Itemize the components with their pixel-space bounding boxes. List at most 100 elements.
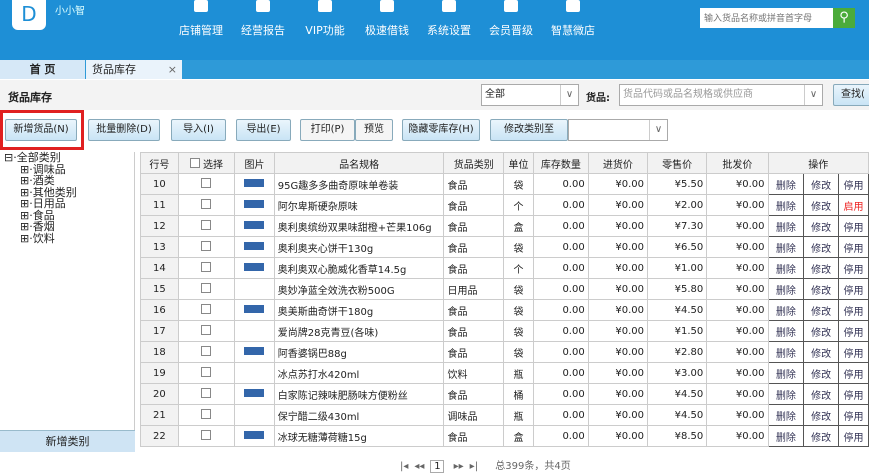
delete-button[interactable]: 删除 <box>767 383 805 405</box>
edit-button[interactable]: 修改 <box>803 194 839 216</box>
edit-button[interactable]: 修改 <box>803 404 839 426</box>
first-page-icon[interactable]: |◂ <box>400 461 408 472</box>
toggle-status-button[interactable]: 停用 <box>838 383 869 405</box>
close-icon[interactable]: × <box>168 60 177 79</box>
hide-zero-stock-button[interactable]: 隐藏零库存(H) <box>402 119 480 141</box>
delete-button[interactable]: 删除 <box>767 299 805 321</box>
row-checkbox[interactable] <box>201 261 212 272</box>
goods-search-input[interactable]: 货品代码或品名规格或供应商 ∨ <box>619 84 823 106</box>
tab-inventory[interactable]: 货品库存 × <box>86 60 182 79</box>
table-row[interactable]: 11 阿尔卑斯硬杂原味 食品 个 0.00 ¥0.00 ¥2.00 ¥0.00 … <box>140 194 869 216</box>
toggle-status-button[interactable]: 停用 <box>838 299 869 321</box>
add-category-button[interactable]: 新增类别 <box>0 430 135 452</box>
table-row[interactable]: 15 奥妙净蓝全效洗衣粉500G 日用品 袋 0.00 ¥0.00 ¥5.80 … <box>140 278 869 300</box>
toggle-status-button[interactable]: 停用 <box>838 425 869 447</box>
table-row[interactable]: 22 冰球无糖薄荷糖15g 食品 盒 0.00 ¥0.00 ¥8.50 ¥0.0… <box>140 425 869 447</box>
product-category: 食品 <box>443 425 505 447</box>
edit-button[interactable]: 修改 <box>803 383 839 405</box>
delete-button[interactable]: 删除 <box>767 425 805 447</box>
table-row[interactable]: 14 奥利奥双心脆威化香草14.5g 食品 个 0.00 ¥0.00 ¥1.00… <box>140 257 869 279</box>
delete-button[interactable]: 删除 <box>767 236 805 258</box>
row-checkbox[interactable] <box>201 177 212 188</box>
delete-button[interactable]: 删除 <box>767 404 805 426</box>
row-checkbox[interactable] <box>201 240 212 251</box>
row-checkbox[interactable] <box>201 429 212 440</box>
edit-button[interactable]: 修改 <box>803 257 839 279</box>
batch-delete-button[interactable]: 批量删除(D) <box>88 119 160 141</box>
toggle-status-button[interactable]: 停用 <box>838 404 869 426</box>
toggle-status-button[interactable]: 停用 <box>838 362 869 384</box>
category-select[interactable]: 全部 ∨ <box>481 84 579 106</box>
search-icon[interactable]: ⚲ <box>833 8 855 28</box>
nav-item[interactable]: 系统设置 <box>418 0 480 38</box>
select-all-checkbox[interactable] <box>189 157 200 168</box>
table-row[interactable]: 21 保宁醋二级430ml 调味品 瓶 0.00 ¥0.00 ¥4.50 ¥0.… <box>140 404 869 426</box>
toggle-status-button[interactable]: 停用 <box>838 236 869 258</box>
toggle-status-button[interactable]: 停用 <box>838 215 869 237</box>
delete-button[interactable]: 删除 <box>767 320 805 342</box>
unit: 个 <box>503 257 534 279</box>
edit-button[interactable]: 修改 <box>803 299 839 321</box>
table-row[interactable]: 17 爱尚牌28克青豆(各味) 食品 袋 0.00 ¥0.00 ¥1.50 ¥0… <box>140 320 869 342</box>
delete-button[interactable]: 删除 <box>767 173 805 195</box>
page-input[interactable]: 1 <box>430 460 445 473</box>
toggle-status-button[interactable]: 停用 <box>838 173 869 195</box>
toggle-status-button[interactable]: 启用 <box>838 194 869 216</box>
tree-item[interactable]: ⊞·饮料 <box>0 232 134 245</box>
row-checkbox[interactable] <box>201 366 212 377</box>
toggle-status-button[interactable]: 停用 <box>838 278 869 300</box>
row-checkbox[interactable] <box>201 387 212 398</box>
edit-button[interactable]: 修改 <box>803 341 839 363</box>
last-page-icon[interactable]: ▸| <box>470 461 478 472</box>
nav-item[interactable]: VIP功能 <box>294 0 356 38</box>
global-search-input[interactable] <box>700 8 833 28</box>
row-checkbox[interactable] <box>201 219 212 230</box>
tab-home[interactable]: 首 页 <box>0 60 85 79</box>
nav-item[interactable]: 会员晋级 <box>480 0 542 38</box>
nav-item[interactable]: 经营报告 <box>232 0 294 38</box>
prev-page-icon[interactable]: ◂◂ <box>414 461 424 472</box>
row-checkbox[interactable] <box>201 198 212 209</box>
row-checkbox[interactable] <box>201 408 212 419</box>
nav-item[interactable]: 店铺管理 <box>170 0 232 38</box>
row-checkbox[interactable] <box>201 303 212 314</box>
delete-button[interactable]: 删除 <box>767 341 805 363</box>
delete-button[interactable]: 删除 <box>767 257 805 279</box>
delete-button[interactable]: 删除 <box>767 362 805 384</box>
table-row[interactable]: 19 冰点苏打水420ml 饮料 瓶 0.00 ¥0.00 ¥3.00 ¥0.0… <box>140 362 869 384</box>
row-checkbox[interactable] <box>201 282 212 293</box>
toggle-status-button[interactable]: 停用 <box>838 320 869 342</box>
edit-button[interactable]: 修改 <box>803 215 839 237</box>
edit-button[interactable]: 修改 <box>803 362 839 384</box>
toggle-status-button[interactable]: 停用 <box>838 341 869 363</box>
find-button[interactable]: 查找( <box>833 84 869 106</box>
edit-button[interactable]: 修改 <box>803 173 839 195</box>
table-row[interactable]: 13 奥利奥夹心饼干130g 食品 袋 0.00 ¥0.00 ¥6.50 ¥0.… <box>140 236 869 258</box>
edit-button[interactable]: 修改 <box>803 278 839 300</box>
table-row[interactable]: 18 阿香婆锅巴88g 食品 袋 0.00 ¥0.00 ¥2.80 ¥0.00 … <box>140 341 869 363</box>
print-button[interactable]: 打印(P) <box>300 119 355 141</box>
nav-item[interactable]: 极速借钱 <box>356 0 418 38</box>
expand-icon[interactable]: ⊞ <box>20 232 29 245</box>
table-row[interactable]: 16 奥美斯曲奇饼干180g 食品 袋 0.00 ¥0.00 ¥4.50 ¥0.… <box>140 299 869 321</box>
delete-button[interactable]: 删除 <box>767 278 805 300</box>
nav-item[interactable]: 智慧微店 <box>542 0 604 38</box>
edit-button[interactable]: 修改 <box>803 236 839 258</box>
delete-button[interactable]: 删除 <box>767 215 805 237</box>
export-button[interactable]: 导出(E) <box>236 119 291 141</box>
table-row[interactable]: 12 奥利奥缤纷双果味甜橙+芒果106g 食品 盒 0.00 ¥0.00 ¥7.… <box>140 215 869 237</box>
table-row[interactable]: 20 白家陈记辣味肥肠味方便粉丝 食品 桶 0.00 ¥0.00 ¥4.50 ¥… <box>140 383 869 405</box>
delete-button[interactable]: 删除 <box>767 194 805 216</box>
row-checkbox[interactable] <box>201 345 212 356</box>
product-name: 奥利奥夹心饼干130g <box>273 236 445 258</box>
change-category-select[interactable]: ∨ <box>568 119 668 141</box>
import-button[interactable]: 导入(I) <box>171 119 226 141</box>
toggle-status-button[interactable]: 停用 <box>838 257 869 279</box>
change-category-button[interactable]: 修改类别至 <box>490 119 568 141</box>
edit-button[interactable]: 修改 <box>803 320 839 342</box>
next-page-icon[interactable]: ▸▸ <box>454 461 464 472</box>
row-checkbox[interactable] <box>201 324 212 335</box>
table-row[interactable]: 10 95G趣多多曲奇原味单卷装 食品 袋 0.00 ¥0.00 ¥5.50 ¥… <box>140 173 869 195</box>
edit-button[interactable]: 修改 <box>803 425 839 447</box>
preview-button[interactable]: 预览 <box>355 119 393 141</box>
